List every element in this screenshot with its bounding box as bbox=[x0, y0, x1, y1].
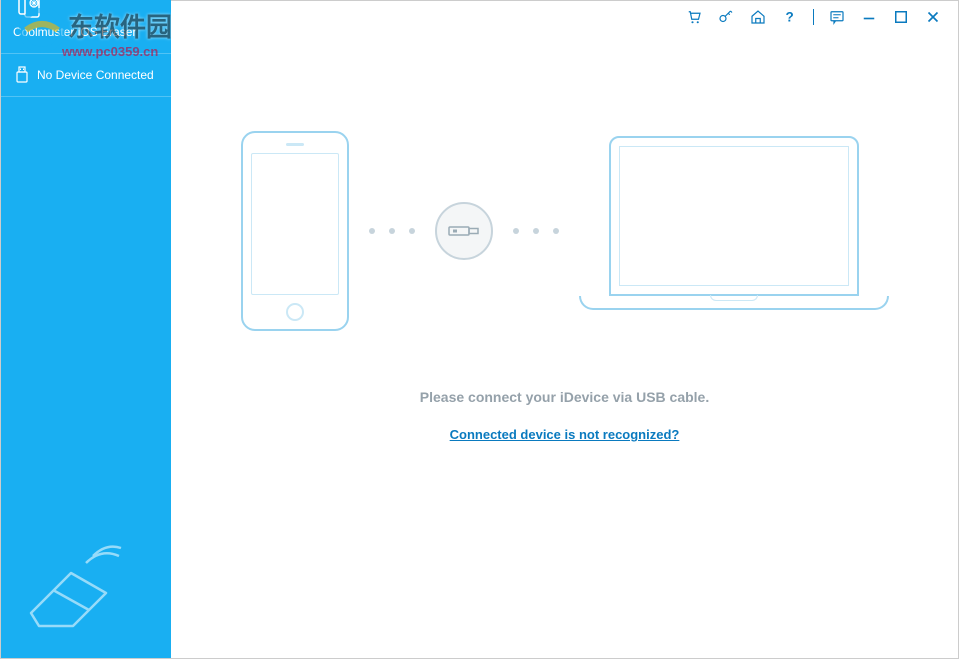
svg-text:?: ? bbox=[786, 10, 794, 25]
connection-dots-right bbox=[513, 228, 559, 234]
eraser-decoration-icon bbox=[11, 528, 141, 638]
home-icon[interactable] bbox=[749, 8, 767, 26]
connection-illustration bbox=[241, 131, 889, 331]
help-icon[interactable]: ? bbox=[781, 8, 799, 26]
minimize-icon[interactable] bbox=[860, 8, 878, 26]
close-icon[interactable] bbox=[924, 8, 942, 26]
usb-icon bbox=[15, 66, 29, 84]
connection-dots-left bbox=[369, 228, 415, 234]
not-recognized-link[interactable]: Connected device is not recognized? bbox=[450, 427, 680, 442]
feedback-icon[interactable] bbox=[828, 8, 846, 26]
sidebar: Coolmuster iOS Eraser No Device Connecte… bbox=[1, 0, 171, 658]
maximize-icon[interactable] bbox=[892, 8, 910, 26]
app-title: Coolmuster iOS Eraser bbox=[13, 25, 171, 39]
device-status-label: No Device Connected bbox=[37, 68, 154, 82]
app-logo-icon bbox=[13, 0, 43, 19]
usb-plug-icon bbox=[435, 202, 493, 260]
main-panel: ? bbox=[171, 1, 958, 658]
device-status-row: No Device Connected bbox=[1, 53, 171, 97]
key-icon[interactable] bbox=[717, 8, 735, 26]
phone-illustration bbox=[241, 131, 349, 331]
sidebar-header: Coolmuster iOS Eraser bbox=[1, 0, 171, 53]
laptop-illustration bbox=[579, 136, 889, 326]
connect-prompt: Please connect your iDevice via USB cabl… bbox=[420, 389, 709, 405]
cart-icon[interactable] bbox=[685, 8, 703, 26]
title-divider bbox=[813, 9, 814, 25]
